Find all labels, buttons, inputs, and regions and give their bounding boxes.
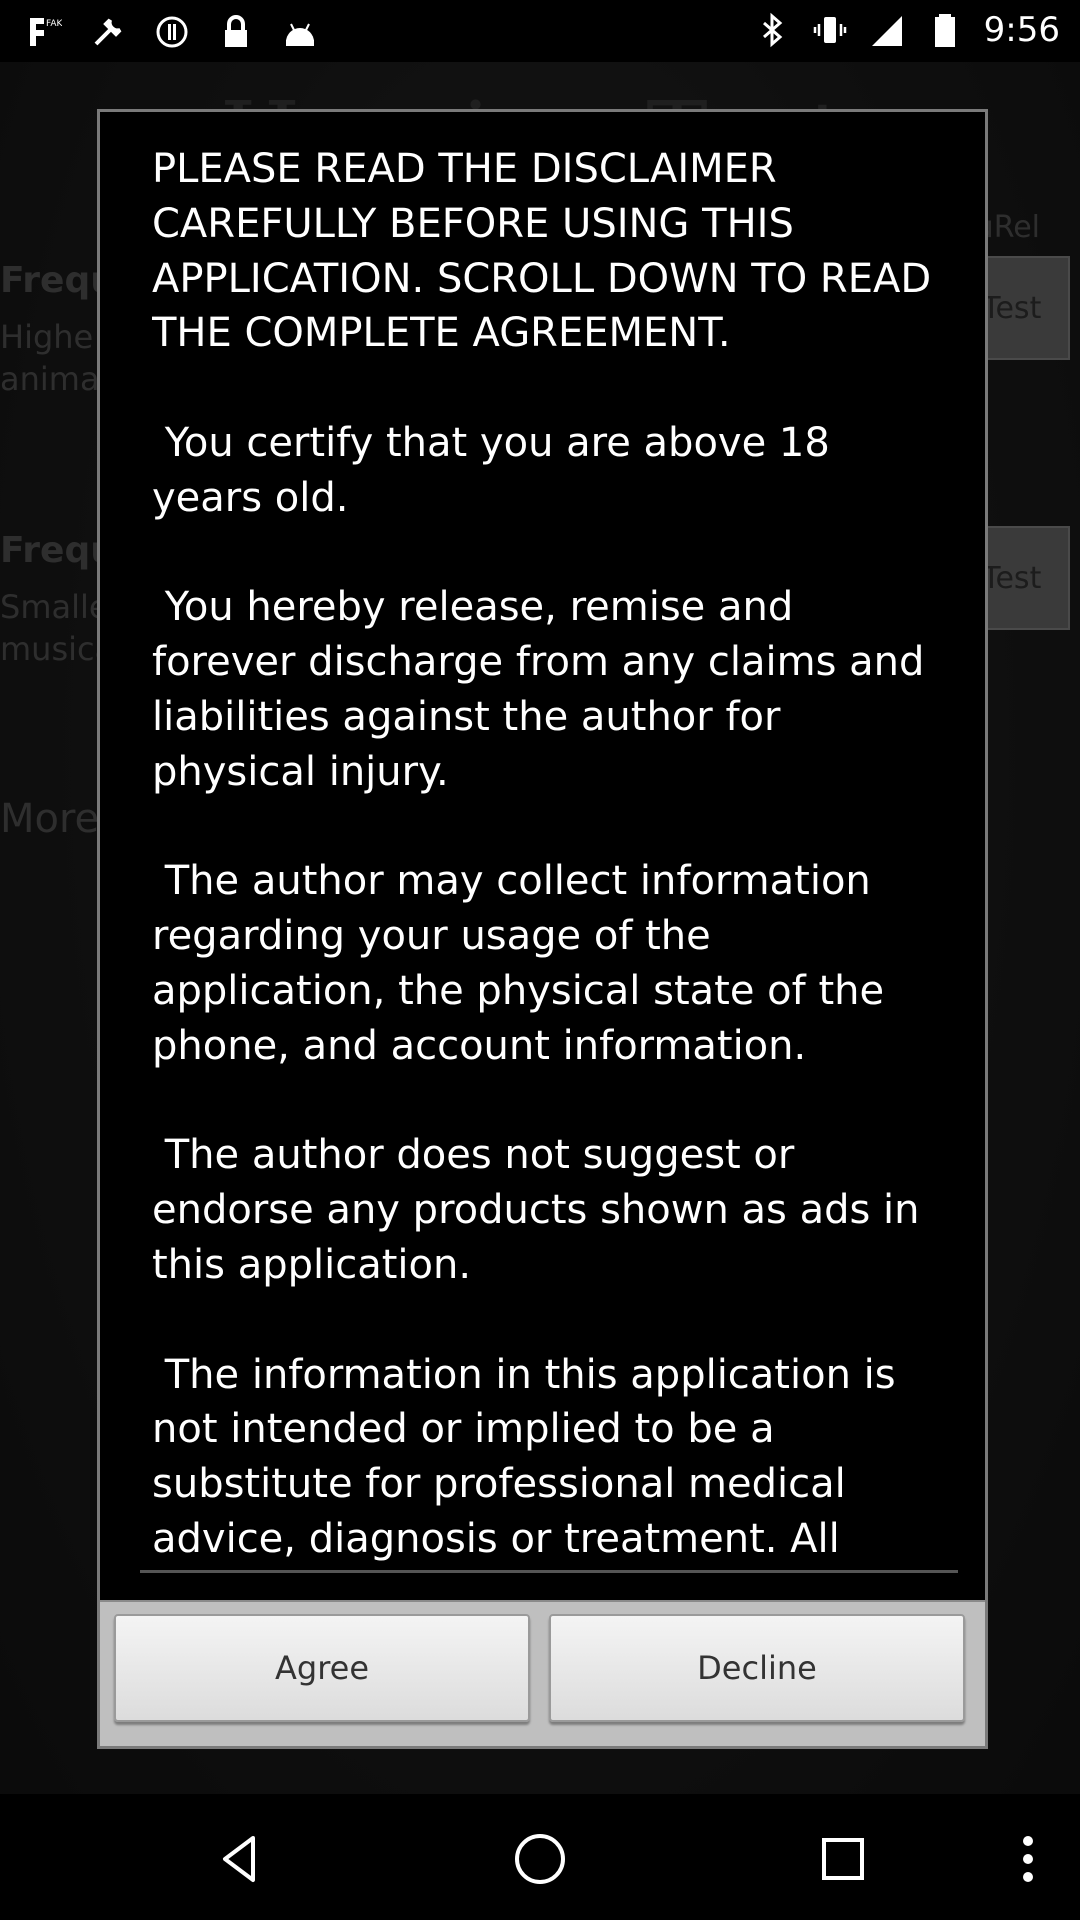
svg-text:FAKE: FAKE (46, 19, 62, 29)
clock: 9:56 (983, 10, 1060, 50)
decline-button[interactable]: Decline (549, 1614, 965, 1722)
lock-icon (216, 12, 256, 52)
bluetooth-icon (752, 10, 792, 50)
android-icon (280, 12, 320, 52)
navigation-bar (0, 1794, 1080, 1920)
signal-icon (868, 10, 908, 50)
tools-icon (88, 12, 128, 52)
battery-icon (926, 10, 966, 50)
vibrate-icon (810, 10, 850, 50)
menu-icon[interactable] (993, 1824, 1063, 1894)
data-saver-icon (152, 12, 192, 52)
recents-icon[interactable] (808, 1824, 878, 1894)
disclaimer-dialog: PLEASE READ THE DISCLAIMER CAREFULLY BEF… (97, 109, 988, 1749)
home-icon[interactable] (505, 1824, 575, 1894)
disclaimer-scroll-area[interactable]: PLEASE READ THE DISCLAIMER CAREFULLY BEF… (152, 142, 942, 1660)
back-icon[interactable] (205, 1824, 275, 1894)
dialog-button-bar: Agree Decline (100, 1600, 985, 1746)
fake-gps-icon: FAKE (24, 12, 64, 52)
scroll-divider (140, 1570, 958, 1573)
agree-button[interactable]: Agree (114, 1614, 530, 1722)
status-bar: FAKE 9:56 (0, 0, 1080, 62)
disclaimer-text: PLEASE READ THE DISCLAIMER CAREFULLY BEF… (152, 146, 932, 1562)
